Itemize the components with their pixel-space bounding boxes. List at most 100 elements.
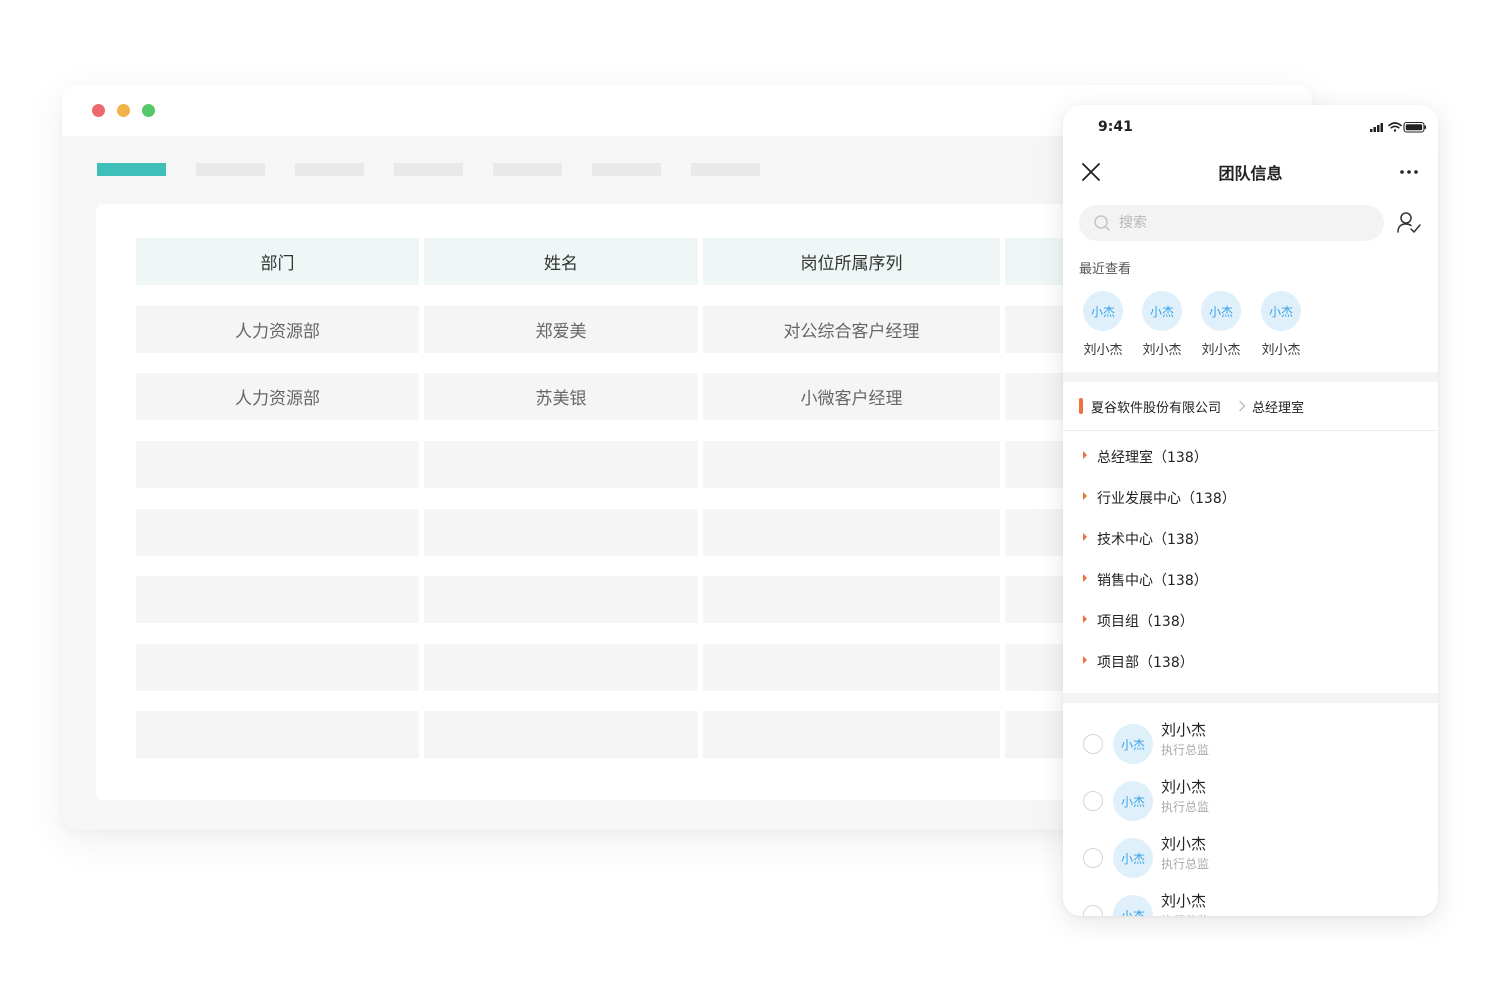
table-cell xyxy=(703,576,1000,623)
avatar: 小杰 xyxy=(1113,724,1153,764)
table-cell: 对公综合客户经理 xyxy=(703,306,1000,353)
tab-4[interactable] xyxy=(394,163,463,176)
table-cell: 小微客户经理 xyxy=(703,373,1000,420)
recent-contact[interactable]: 小杰 刘小杰 xyxy=(1132,291,1192,358)
more-icon[interactable] xyxy=(1398,162,1420,182)
caret-right-icon xyxy=(1083,451,1087,459)
department-name: 技术中心（138） xyxy=(1097,532,1208,548)
breadcrumb-current: 总经理室 xyxy=(1252,401,1305,416)
department-name: 项目组（138） xyxy=(1097,614,1194,630)
member-item[interactable]: 小杰 刘小杰 执行总监 xyxy=(1063,833,1438,883)
table-cell xyxy=(424,644,698,691)
avatar: 小杰 xyxy=(1261,291,1301,331)
breadcrumb-company[interactable]: 夏谷软件股份有限公司 xyxy=(1091,397,1221,416)
table-cell: 人力资源部 xyxy=(136,306,419,353)
caret-right-icon xyxy=(1083,574,1087,582)
wifi-icon xyxy=(1388,122,1402,132)
member-role: 执行总监 xyxy=(1161,800,1210,814)
tab-3[interactable] xyxy=(295,163,364,176)
window-maximize-button[interactable] xyxy=(142,104,155,117)
member-name: 刘小杰 xyxy=(1161,721,1207,739)
member-role: 执行总监 xyxy=(1161,857,1210,871)
avatar: 小杰 xyxy=(1201,291,1241,331)
avatar: 小杰 xyxy=(1083,291,1123,331)
search-input[interactable] xyxy=(1079,205,1384,241)
member-item[interactable]: 小杰 刘小杰 执行总监 xyxy=(1063,890,1438,916)
table-cell xyxy=(703,644,1000,691)
table-cell xyxy=(424,711,698,758)
recent-contact[interactable]: 小杰 刘小杰 xyxy=(1191,291,1251,358)
battery-icon xyxy=(1403,121,1426,133)
recent-label: 最近查看 xyxy=(1079,262,1132,277)
recent-contact-name: 刘小杰 xyxy=(1201,343,1241,358)
signal-icon xyxy=(1370,123,1383,132)
member-select-radio[interactable] xyxy=(1083,848,1103,868)
avatar: 小杰 xyxy=(1113,895,1153,916)
department-item[interactable]: 总经理室（138） xyxy=(1063,444,1438,470)
table-cell xyxy=(136,509,419,556)
member-select-radio[interactable] xyxy=(1083,905,1103,916)
member-name: 刘小杰 xyxy=(1161,835,1207,853)
department-name: 总经理室（138） xyxy=(1097,450,1208,466)
caret-right-icon xyxy=(1083,656,1087,664)
member-select-radio[interactable] xyxy=(1083,791,1103,811)
status-icons xyxy=(1370,121,1426,133)
member-item[interactable]: 小杰 刘小杰 执行总监 xyxy=(1063,776,1438,826)
table-cell xyxy=(136,644,419,691)
table-cell: 人力资源部 xyxy=(136,373,419,420)
table-cell xyxy=(424,509,698,556)
member-select-radio[interactable] xyxy=(1083,734,1103,754)
tab-2[interactable] xyxy=(196,163,265,176)
table-cell: 苏美银 xyxy=(424,373,698,420)
table-cell xyxy=(136,576,419,623)
member-name: 刘小杰 xyxy=(1161,892,1207,910)
tab-6[interactable] xyxy=(592,163,661,176)
user-check-icon[interactable] xyxy=(1396,210,1422,236)
department-item[interactable]: 项目组（138） xyxy=(1063,608,1438,634)
tab-7[interactable] xyxy=(691,163,760,176)
search-icon xyxy=(1094,215,1110,231)
page-title: 团队信息 xyxy=(1218,164,1283,183)
column-header-position-sequence[interactable]: 岗位所属序列 xyxy=(703,238,1000,285)
breadcrumb-accent xyxy=(1079,398,1083,414)
caret-right-icon xyxy=(1083,615,1087,623)
caret-right-icon xyxy=(1083,533,1087,541)
mobile-panel: 9:41 团队信息 搜索 最近查看 小杰 刘小杰 小杰 刘小杰 小杰 刘小杰 小… xyxy=(1063,105,1438,916)
department-item[interactable]: 行业发展中心（138） xyxy=(1063,485,1438,511)
department-item[interactable]: 项目部（138） xyxy=(1063,649,1438,675)
avatar: 小杰 xyxy=(1142,291,1182,331)
member-role: 执行总监 xyxy=(1161,743,1210,757)
department-name: 项目部（138） xyxy=(1097,655,1194,671)
window-close-button[interactable] xyxy=(92,104,105,117)
window-minimize-button[interactable] xyxy=(117,104,130,117)
table-cell xyxy=(703,441,1000,488)
member-item[interactable]: 小杰 刘小杰 执行总监 xyxy=(1063,719,1438,769)
section-divider xyxy=(1063,372,1438,382)
recent-contact[interactable]: 小杰 刘小杰 xyxy=(1251,291,1311,358)
table-cell: 郑爱美 xyxy=(424,306,698,353)
member-role: 执行总监 xyxy=(1161,912,1209,916)
chevron-right-icon xyxy=(1239,400,1246,412)
member-name: 刘小杰 xyxy=(1161,778,1207,796)
tab-5[interactable] xyxy=(493,163,562,176)
recent-contact[interactable]: 小杰 刘小杰 xyxy=(1073,291,1133,358)
section-divider xyxy=(1063,693,1438,703)
department-item[interactable]: 销售中心（138） xyxy=(1063,567,1438,593)
status-time: 9:41 xyxy=(1098,119,1133,135)
recent-contact-name: 刘小杰 xyxy=(1261,343,1301,358)
table-cell xyxy=(424,441,698,488)
column-header-department[interactable]: 部门 xyxy=(136,238,419,285)
table-cell xyxy=(703,509,1000,556)
department-name: 行业发展中心（138） xyxy=(1097,491,1236,507)
divider-line xyxy=(1063,430,1438,431)
table-cell xyxy=(703,711,1000,758)
tab-1[interactable] xyxy=(97,163,166,176)
recent-contact-name: 刘小杰 xyxy=(1142,343,1182,358)
department-name: 销售中心（138） xyxy=(1097,573,1208,589)
data-table: 部门 姓名 岗位所属序列 人力资源部 郑爱美 对公综合客户经理 人力资源部 苏美… xyxy=(96,204,1146,800)
caret-right-icon xyxy=(1083,492,1087,500)
table-cell xyxy=(136,441,419,488)
column-header-name[interactable]: 姓名 xyxy=(424,238,698,285)
recent-contact-name: 刘小杰 xyxy=(1083,343,1123,358)
department-item[interactable]: 技术中心（138） xyxy=(1063,526,1438,552)
